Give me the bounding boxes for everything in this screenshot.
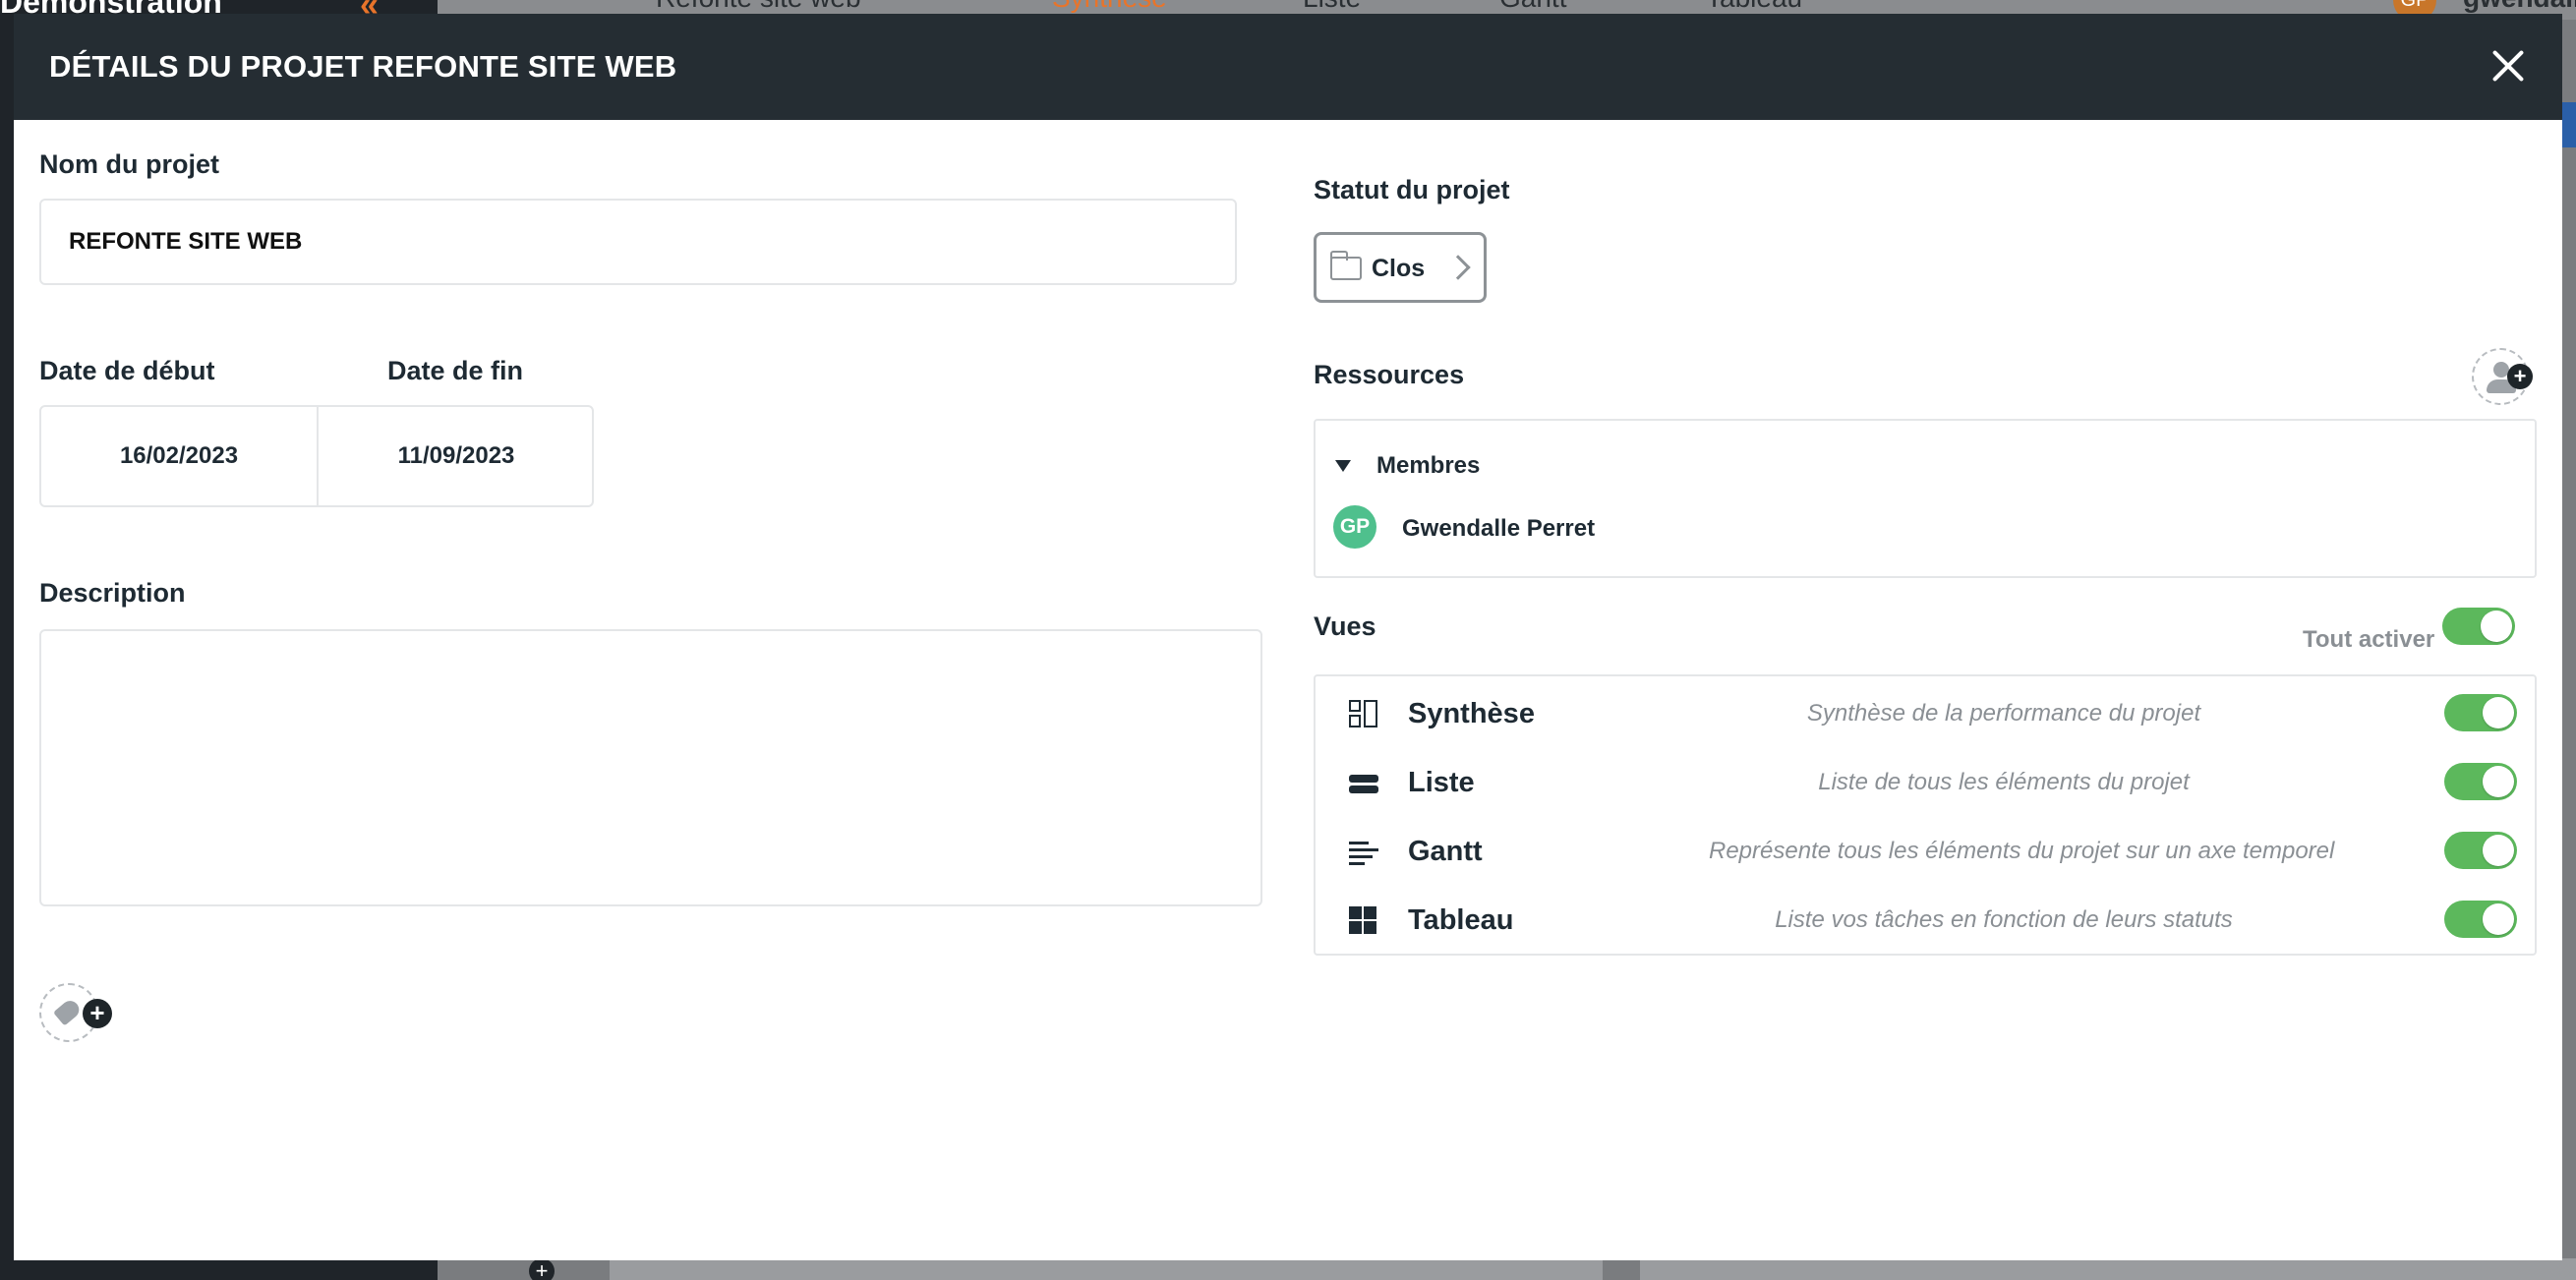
- background-add-icon: +: [529, 1258, 555, 1280]
- view-row-synthese: Synthèse Synthèse de la performance du p…: [1316, 678, 2535, 747]
- modal-header: DÉTAILS DU PROJET REFONTE SITE WEB: [14, 14, 2562, 120]
- avatar: GP: [1333, 505, 1376, 549]
- project-details-modal: DÉTAILS DU PROJET REFONTE SITE WEB Nom d…: [14, 14, 2562, 1260]
- add-resource-button[interactable]: +: [2472, 348, 2533, 405]
- add-tag-button[interactable]: +: [39, 983, 112, 1042]
- project-name-label: Nom du projet: [39, 149, 219, 179]
- resources-label: Ressources: [1314, 360, 1465, 389]
- board-icon: [1349, 906, 1378, 934]
- plus-icon: +: [2507, 364, 2533, 389]
- description-textarea[interactable]: [39, 629, 1262, 906]
- folder-icon: [1330, 251, 1362, 280]
- toggle-all-switch[interactable]: [2442, 608, 2515, 645]
- view-row-tableau: Tableau Liste vos tâches en fonction de …: [1316, 885, 2535, 954]
- view-name: Gantt: [1408, 836, 1483, 867]
- end-date-label: Date de fin: [387, 356, 524, 385]
- view-toggle-gantt[interactable]: [2444, 832, 2517, 869]
- description-label: Description: [39, 578, 186, 608]
- view-description: Liste de tous les éléments du projet: [1818, 769, 2190, 795]
- background-user-name: gwendalle: [2463, 0, 2576, 14]
- date-range-field: 16/02/2023 11/09/2023: [39, 405, 594, 507]
- background-tab-liste: Liste: [1303, 0, 1361, 14]
- views-panel: Synthèse Synthèse de la performance du p…: [1314, 674, 2537, 956]
- view-description: Synthèse de la performance du projet: [1806, 700, 2201, 727]
- view-row-gantt: Gantt Représente tous les éléments du pr…: [1316, 816, 2535, 885]
- synthesis-icon: [1349, 700, 1378, 727]
- close-icon[interactable]: [2484, 41, 2533, 90]
- view-toggle-liste[interactable]: [2444, 763, 2517, 800]
- tag-icon: [53, 997, 83, 1026]
- background-tab-synthese: Synthèse: [1052, 0, 1167, 14]
- list-icon: [1349, 769, 1378, 796]
- background-tab-tableau: Tableau: [1706, 0, 1802, 14]
- caret-down-icon[interactable]: [1335, 460, 1351, 472]
- end-date-input[interactable]: 11/09/2023: [319, 407, 594, 505]
- view-toggle-tableau[interactable]: [2444, 901, 2517, 938]
- view-name: Synthèse: [1408, 698, 1535, 729]
- project-status-value: Clos: [1372, 255, 1426, 282]
- toggle-all-label: Tout activer: [2303, 626, 2435, 653]
- plus-icon: +: [83, 999, 112, 1028]
- view-description: Liste vos tâches en fonction de leurs st…: [1775, 906, 2233, 933]
- chevron-right-icon: [1445, 255, 1471, 280]
- background-tab-gantt: Gantt: [1499, 0, 1566, 14]
- view-name: Tableau: [1408, 904, 1514, 936]
- background-project-selector: Refonte site web: [656, 0, 861, 14]
- background-panel: [610, 1258, 1603, 1280]
- modal-title: DÉTAILS DU PROJET REFONTE SITE WEB: [49, 49, 677, 84]
- project-status-label: Statut du projet: [1314, 175, 1510, 204]
- project-name-input[interactable]: REFONTE SITE WEB: [39, 199, 1237, 285]
- gantt-icon: [1349, 838, 1378, 865]
- views-label: Vues: [1314, 611, 1376, 641]
- member-name: Gwendalle Perret: [1402, 515, 1596, 542]
- start-date-label: Date de début: [39, 356, 215, 385]
- view-description: Représente tous les éléments du projet s…: [1709, 838, 2335, 864]
- project-status-button[interactable]: Clos: [1314, 232, 1487, 303]
- start-date-input[interactable]: 16/02/2023: [41, 407, 317, 505]
- view-toggle-synthese[interactable]: [2444, 694, 2517, 731]
- view-row-liste: Liste Liste de tous les éléments du proj…: [1316, 747, 2535, 816]
- resources-panel: Membres GP Gwendalle Perret: [1314, 419, 2537, 578]
- view-name: Liste: [1408, 767, 1475, 798]
- members-group-label[interactable]: Membres: [1376, 452, 1480, 480]
- project-name-value: REFONTE SITE WEB: [69, 228, 303, 255]
- background-panel-right: [1640, 1258, 2576, 1280]
